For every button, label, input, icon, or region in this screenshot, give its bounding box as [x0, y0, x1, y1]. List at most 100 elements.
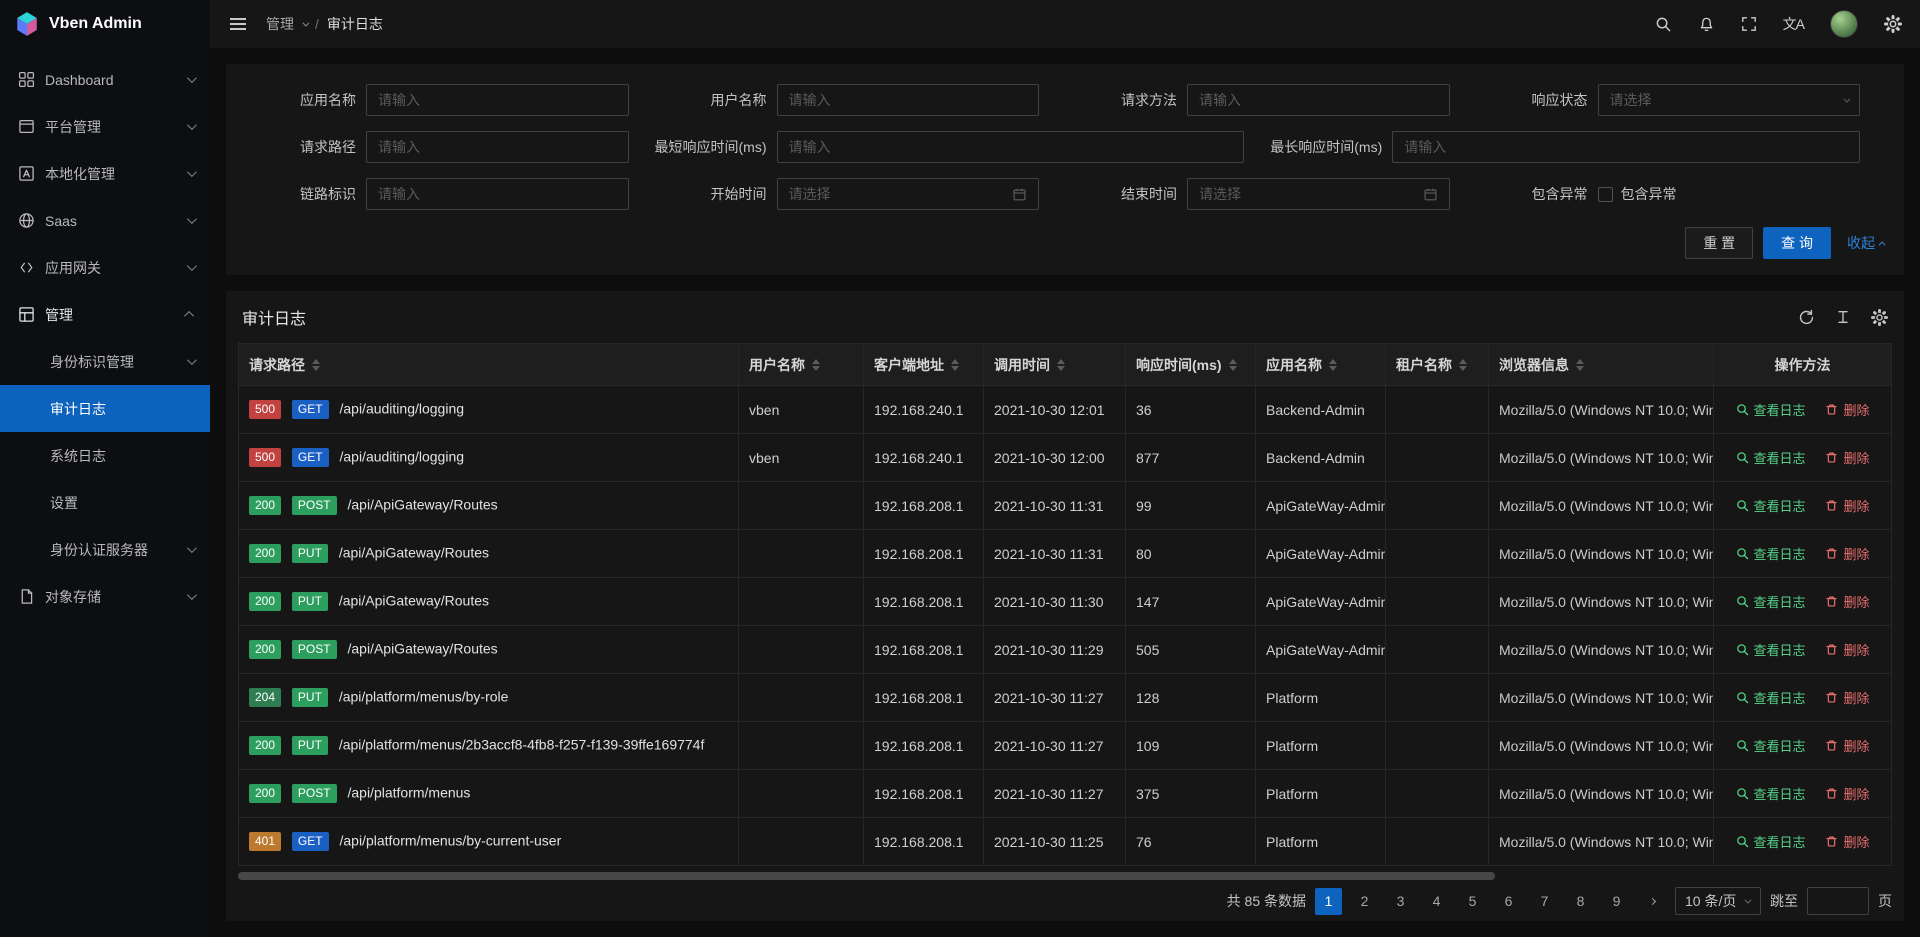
sort-icon[interactable]: [812, 359, 820, 371]
max-response-time-input[interactable]: [1392, 131, 1860, 163]
view-log-button[interactable]: 查看日志: [1736, 736, 1806, 755]
column-header-2[interactable]: 客户端地址: [864, 344, 984, 386]
sidebar-item-identity[interactable]: 身份标识管理: [0, 338, 210, 385]
start-time-picker[interactable]: 请选择: [777, 178, 1040, 210]
column-header-6[interactable]: 租户名称: [1386, 344, 1489, 386]
user-name-input[interactable]: [777, 84, 1040, 116]
delete-button[interactable]: 删除: [1825, 544, 1869, 563]
date-placeholder: 请选择: [789, 184, 1013, 204]
delete-button[interactable]: 删除: [1825, 832, 1869, 851]
page-button-7[interactable]: 7: [1531, 888, 1558, 915]
page-button-5[interactable]: 5: [1459, 888, 1486, 915]
sidebar-item-settings[interactable]: 设置: [0, 479, 210, 526]
sort-icon[interactable]: [1057, 359, 1065, 371]
delete-button[interactable]: 删除: [1825, 592, 1869, 611]
page-button-6[interactable]: 6: [1495, 888, 1522, 915]
has-exception-checkbox[interactable]: [1598, 187, 1613, 202]
min-response-time-input[interactable]: [777, 131, 1245, 163]
table-row[interactable]: 401 GET /api/platform/menus/by-current-u…: [239, 818, 1892, 866]
response-status-select[interactable]: 请选择: [1598, 84, 1861, 116]
request-path-input[interactable]: [366, 131, 629, 163]
translate-icon[interactable]: 文A: [1783, 14, 1804, 34]
table-row[interactable]: 200 PUT /api/ApiGateway/Routes 192.168.2…: [239, 530, 1892, 578]
page-button-9[interactable]: 9: [1603, 888, 1630, 915]
table-row[interactable]: 204 PUT /api/platform/menus/by-role 192.…: [239, 674, 1892, 722]
end-time-picker[interactable]: 请选择: [1187, 178, 1450, 210]
sidebar-collapse-icon[interactable]: [228, 14, 248, 34]
query-button[interactable]: 查 询: [1763, 227, 1831, 259]
view-log-button[interactable]: 查看日志: [1736, 496, 1806, 515]
sidebar-item-saas[interactable]: Saas: [0, 197, 210, 244]
search-icon[interactable]: [1655, 16, 1672, 33]
delete-button[interactable]: 删除: [1825, 496, 1869, 515]
sidebar-item-platform[interactable]: 平台管理: [0, 103, 210, 150]
sort-icon[interactable]: [951, 359, 959, 371]
column-header-0[interactable]: 请求路径: [239, 344, 739, 386]
page-size-select[interactable]: 10 条/页: [1675, 887, 1761, 915]
view-log-button[interactable]: 查看日志: [1736, 448, 1806, 467]
table-row[interactable]: 500 GET /api/auditing/logging vben 192.1…: [239, 434, 1892, 482]
column-header-7[interactable]: 浏览器信息: [1489, 344, 1714, 386]
horizontal-scrollbar[interactable]: [238, 866, 1892, 875]
table-row[interactable]: 200 PUT /api/ApiGateway/Routes 192.168.2…: [239, 578, 1892, 626]
chevron-right-icon: [1649, 897, 1656, 904]
delete-button[interactable]: 删除: [1825, 640, 1869, 659]
sidebar-item-admin[interactable]: 管理: [0, 291, 210, 338]
view-log-button[interactable]: 查看日志: [1736, 784, 1806, 803]
http-method-input[interactable]: [1187, 84, 1450, 116]
app-logo[interactable]: Vben Admin: [0, 0, 210, 48]
column-header-3[interactable]: 调用时间: [984, 344, 1126, 386]
table-row[interactable]: 200 POST /api/platform/menus 192.168.208…: [239, 770, 1892, 818]
fullscreen-icon[interactable]: [1741, 16, 1757, 32]
settings-icon[interactable]: [1884, 15, 1902, 33]
view-log-button[interactable]: 查看日志: [1736, 688, 1806, 707]
delete-button[interactable]: 删除: [1825, 448, 1869, 467]
sidebar-item-storage[interactable]: 对象存储: [0, 573, 210, 620]
sidebar-item-auth-server[interactable]: 身份认证服务器: [0, 526, 210, 573]
view-log-button[interactable]: 查看日志: [1736, 400, 1806, 419]
sort-icon[interactable]: [1229, 359, 1237, 371]
sort-icon[interactable]: [312, 359, 320, 371]
avatar[interactable]: [1830, 10, 1858, 38]
sort-icon[interactable]: [1459, 359, 1467, 371]
delete-button[interactable]: 删除: [1825, 400, 1869, 419]
trace-id-input[interactable]: [366, 178, 629, 210]
page-button-4[interactable]: 4: [1423, 888, 1450, 915]
refresh-icon[interactable]: [1798, 309, 1815, 326]
sidebar-item-audit-log[interactable]: 审计日志: [0, 385, 210, 432]
collapse-filters-link[interactable]: 收起: [1847, 233, 1886, 253]
delete-button[interactable]: 删除: [1825, 784, 1869, 803]
sort-icon[interactable]: [1329, 359, 1337, 371]
bell-icon[interactable]: [1698, 16, 1715, 33]
table-row[interactable]: 200 POST /api/ApiGateway/Routes 192.168.…: [239, 626, 1892, 674]
sidebar-item-localization[interactable]: 本地化管理: [0, 150, 210, 197]
sidebar-item-dashboard[interactable]: Dashboard: [0, 56, 210, 103]
breadcrumb-section[interactable]: 管理: [266, 14, 294, 34]
delete-button[interactable]: 删除: [1825, 688, 1869, 707]
view-log-button[interactable]: 查看日志: [1736, 544, 1806, 563]
delete-button[interactable]: 删除: [1825, 736, 1869, 755]
table-row[interactable]: 500 GET /api/auditing/logging vben 192.1…: [239, 386, 1892, 434]
app-name-input[interactable]: [366, 84, 629, 116]
row-height-icon[interactable]: [1835, 309, 1851, 325]
sidebar-item-system-log[interactable]: 系统日志: [0, 432, 210, 479]
view-log-button[interactable]: 查看日志: [1736, 832, 1806, 851]
view-log-button[interactable]: 查看日志: [1736, 592, 1806, 611]
page-button-1[interactable]: 1: [1315, 888, 1342, 915]
sort-icon[interactable]: [1576, 359, 1584, 371]
column-header-4[interactable]: 响应时间(ms): [1126, 344, 1256, 386]
reset-button[interactable]: 重 置: [1685, 227, 1753, 259]
next-page-button[interactable]: [1639, 888, 1666, 915]
view-log-button[interactable]: 查看日志: [1736, 640, 1806, 659]
page-button-8[interactable]: 8: [1567, 888, 1594, 915]
jump-page-input[interactable]: [1807, 887, 1869, 915]
column-header-5[interactable]: 应用名称: [1256, 344, 1386, 386]
column-settings-icon[interactable]: [1871, 309, 1888, 326]
column-header-1[interactable]: 用户名称: [739, 344, 864, 386]
page-button-3[interactable]: 3: [1387, 888, 1414, 915]
sidebar-item-gateway[interactable]: 应用网关: [0, 244, 210, 291]
table-row[interactable]: 200 POST /api/ApiGateway/Routes 192.168.…: [239, 482, 1892, 530]
page-button-2[interactable]: 2: [1351, 888, 1378, 915]
table-row[interactable]: 200 PUT /api/platform/menus/2b3accf8-4fb…: [239, 722, 1892, 770]
scrollbar-thumb[interactable]: [238, 872, 1495, 880]
